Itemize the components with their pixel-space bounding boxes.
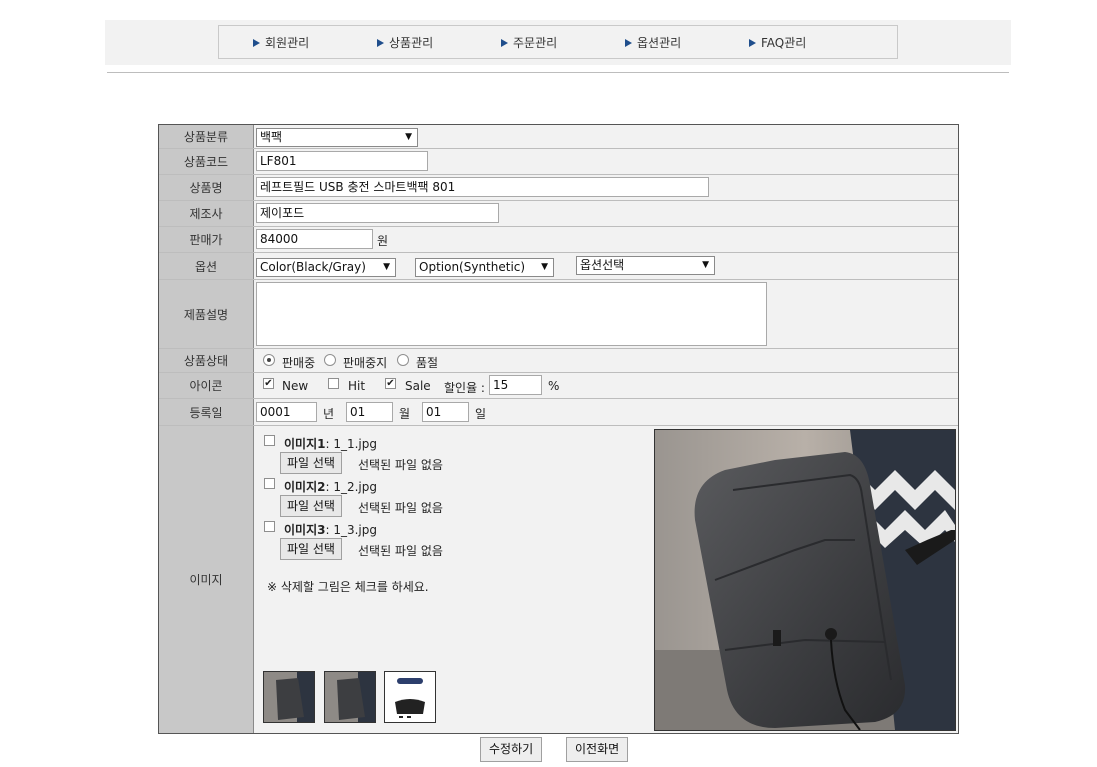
row-category: 상품분류 백팩 ▼ [159, 125, 958, 149]
row-name: 상품명 레프트필드 USB 충전 스마트백팩 801 [159, 175, 958, 201]
status-soldout-radio[interactable] [397, 354, 409, 366]
year-input[interactable]: 0001 [256, 402, 317, 422]
delete-notice: ※ 삭제할 그림은 체크를 하세요. [267, 580, 429, 594]
arrow-right-icon [501, 39, 508, 47]
product-preview-image [654, 429, 956, 731]
nav-option[interactable]: 옵션관리 [625, 34, 681, 51]
sale-text: Sale [405, 379, 431, 393]
product-edit-form: 상품분류 백팩 ▼ 상품코드 LF801 상품명 레프트필드 USB 충전 스마트… [158, 124, 959, 734]
image1-no-file: 선택된 파일 없음 [358, 458, 443, 472]
image3-file-button[interactable]: 파일 선택 [280, 538, 342, 560]
option-color-select[interactable]: Color(Black/Gray) ▼ [256, 258, 396, 277]
image1-delete-checkbox[interactable] [264, 435, 275, 446]
description-textarea[interactable] [256, 282, 767, 346]
discount-label: 할인율 : [444, 381, 485, 395]
nav-member[interactable]: 회원관리 [253, 34, 309, 51]
image2-file-button[interactable]: 파일 선택 [280, 495, 342, 517]
row-icons: 아이콘 ✔ New Hit ✔ Sale 할인율 : 15 % [159, 373, 958, 399]
row-price: 판매가 84000 원 [159, 227, 958, 253]
status-label: 상품상태 [159, 349, 254, 372]
hit-checkbox[interactable] [328, 378, 339, 389]
image3-caption: 이미지3: 1_3.jpg [284, 523, 377, 537]
status-stopped-text: 판매중지 [343, 356, 388, 370]
images-label: 이미지 [159, 426, 254, 733]
image2-delete-checkbox[interactable] [264, 478, 275, 489]
new-text: New [282, 379, 309, 393]
day-input[interactable]: 01 [422, 402, 469, 422]
thumbnail-1[interactable] [263, 671, 315, 723]
image1-caption: 이미지1: 1_1.jpg [284, 437, 377, 451]
option-material-select[interactable]: Option(Synthetic) ▼ [415, 258, 554, 277]
row-code: 상품코드 LF801 [159, 149, 958, 175]
dropdown-arrow-icon: ▼ [383, 262, 390, 272]
maker-label: 제조사 [159, 201, 254, 226]
status-selling-text: 판매중 [282, 356, 316, 370]
image3-delete-checkbox[interactable] [264, 521, 275, 532]
price-label: 판매가 [159, 227, 254, 252]
name-input[interactable]: 레프트필드 USB 충전 스마트백팩 801 [256, 177, 709, 197]
price-unit: 원 [377, 234, 389, 248]
code-label: 상품코드 [159, 149, 254, 174]
year-unit: 년 [323, 407, 335, 421]
options-label: 옵션 [159, 253, 254, 279]
row-maker: 제조사 제이포드 [159, 201, 958, 227]
back-button[interactable]: 이전화면 [566, 737, 629, 762]
image3-no-file: 선택된 파일 없음 [358, 544, 443, 558]
description-label: 제품설명 [159, 280, 254, 348]
image2-caption: 이미지2: 1_2.jpg [284, 480, 377, 494]
percent-text: % [548, 379, 560, 393]
nav-order[interactable]: 주문관리 [501, 34, 557, 51]
new-checkbox[interactable]: ✔ [263, 378, 274, 389]
month-unit: 월 [399, 407, 411, 421]
discount-input[interactable]: 15 [489, 375, 542, 395]
arrow-right-icon [749, 39, 756, 47]
dropdown-arrow-icon: ▼ [405, 132, 412, 142]
row-description: 제품설명 [159, 280, 958, 349]
nav-faq[interactable]: FAQ관리 [749, 34, 806, 51]
row-options: 옵션 Color(Black/Gray) ▼ Option(Synthetic) ▼… [159, 253, 958, 280]
maker-input[interactable]: 제이포드 [256, 203, 499, 223]
divider [107, 72, 1009, 73]
name-label: 상품명 [159, 175, 254, 200]
submit-button[interactable]: 수정하기 [480, 737, 543, 762]
row-regdate: 등록일 0001 년 01 월 01 일 [159, 399, 958, 426]
status-selling-radio[interactable] [263, 354, 275, 366]
category-label: 상품분류 [159, 125, 254, 148]
status-soldout-text: 품절 [416, 356, 439, 370]
thumbnail-2[interactable] [324, 671, 376, 723]
arrow-right-icon [253, 39, 260, 47]
option-select[interactable]: 옵션선택 ▼ [576, 256, 715, 275]
thumbnail-3[interactable] [384, 671, 436, 723]
sale-checkbox[interactable]: ✔ [385, 378, 396, 389]
code-input[interactable]: LF801 [256, 151, 428, 171]
image1-file-button[interactable]: 파일 선택 [280, 452, 342, 474]
day-unit: 일 [475, 407, 487, 421]
dropdown-arrow-icon: ▼ [541, 262, 548, 272]
nav-product[interactable]: 상품관리 [377, 34, 433, 51]
row-status: 상품상태 판매중 판매중지 품절 [159, 349, 958, 373]
price-input[interactable]: 84000 [256, 229, 373, 249]
hit-text: Hit [348, 379, 366, 393]
image2-no-file: 선택된 파일 없음 [358, 501, 443, 515]
regdate-label: 등록일 [159, 399, 254, 425]
status-stopped-radio[interactable] [324, 354, 336, 366]
arrow-right-icon [377, 39, 384, 47]
category-select[interactable]: 백팩 ▼ [256, 128, 418, 147]
arrow-right-icon [625, 39, 632, 47]
month-input[interactable]: 01 [346, 402, 393, 422]
icons-label: 아이콘 [159, 373, 254, 398]
dropdown-arrow-icon: ▼ [702, 260, 709, 270]
